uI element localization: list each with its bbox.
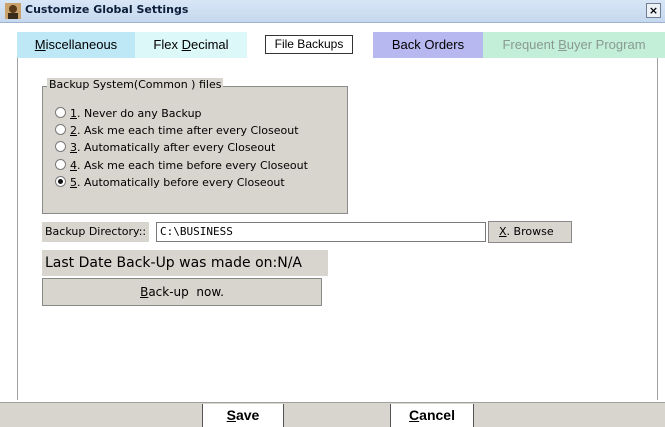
option-label: . Ask me each time before every Closeout: [77, 159, 308, 172]
cancel-button[interactable]: Cancel: [390, 404, 474, 427]
tab-flex-decimal-label: ecimal: [190, 37, 229, 52]
backup-option-4[interactable]: 4. Ask me each time before every Closeou…: [55, 158, 308, 174]
option-label: . Automatically after every Closeout: [77, 141, 276, 154]
tab-miscellaneous[interactable]: Miscellaneous: [17, 32, 135, 58]
backup-option-1[interactable]: 1. Never do any Backup: [55, 106, 202, 122]
option-number: 3: [70, 141, 77, 154]
close-button[interactable]: ×: [646, 3, 661, 18]
tab-flex-decimal-hotkey: D: [181, 37, 191, 52]
backup-directory-label: Backup Directory::: [42, 222, 150, 242]
tab-flex-decimal-prefix: Flex: [153, 37, 182, 52]
save-hotkey: S: [226, 407, 236, 423]
radio-button[interactable]: [55, 141, 66, 152]
radio-button-checked[interactable]: [55, 176, 66, 187]
tab-miscellaneous-hotkey: M: [34, 37, 46, 52]
backup-option-2[interactable]: 2. Ask me each time after every Closeout: [55, 123, 299, 139]
option-number: 1: [70, 107, 77, 120]
radio-button[interactable]: [55, 124, 66, 135]
browse-label: . Browse: [506, 225, 554, 238]
cancel-label: ancel: [419, 407, 455, 423]
radio-button[interactable]: [55, 107, 66, 118]
tab-back-orders[interactable]: Back Orders: [373, 32, 483, 58]
tab-frequent-buyer-prefix: Frequent: [502, 37, 559, 52]
backup-directory-input[interactable]: C:\BUSINESS: [156, 222, 486, 242]
backup-option-3[interactable]: 3. Automatically after every Closeout: [55, 140, 275, 156]
save-button[interactable]: Save: [202, 404, 284, 427]
tab-frequent-buyer-label: uyer Program: [566, 37, 646, 52]
tab-flex-decimal[interactable]: Flex Decimal: [135, 32, 247, 58]
option-number: 4: [70, 159, 77, 172]
option-label: . Ask me each time after every Closeout: [77, 124, 299, 137]
radio-button[interactable]: [55, 159, 66, 170]
backup-option-5[interactable]: 5. Automatically before every Closeout: [55, 175, 285, 191]
option-label: . Automatically before every Closeout: [77, 176, 285, 189]
tab-file-backups[interactable]: File Backups: [247, 32, 373, 58]
browse-hotkey: X: [499, 225, 507, 238]
last-backup-date: Last Date Back-Up was made on:N/A: [42, 250, 328, 276]
title-bar: Customize Global Settings ×: [0, 0, 665, 23]
option-number: 2: [70, 124, 77, 137]
footer-bar: [0, 402, 665, 427]
cancel-hotkey: C: [409, 407, 420, 423]
tab-file-backups-label: File Backups: [265, 35, 353, 54]
tab-frequent-buyer-program[interactable]: Frequent Buyer Program: [483, 32, 665, 58]
backup-system-legend: Backup System(Common ) files: [47, 78, 224, 91]
tab-frequent-buyer-hotkey: B: [558, 37, 567, 52]
tab-miscellaneous-label: iscellaneous: [45, 37, 118, 52]
option-label: . Never do any Backup: [77, 107, 202, 120]
option-number: 5: [70, 176, 77, 189]
browse-button[interactable]: X. Browse: [488, 221, 572, 243]
backup-now-button[interactable]: Back-up now.: [42, 278, 322, 306]
window-title: Customize Global Settings: [25, 3, 189, 16]
save-label: ave: [235, 407, 260, 423]
app-icon: [5, 3, 21, 19]
backup-now-label: ack-up now.: [148, 285, 224, 299]
